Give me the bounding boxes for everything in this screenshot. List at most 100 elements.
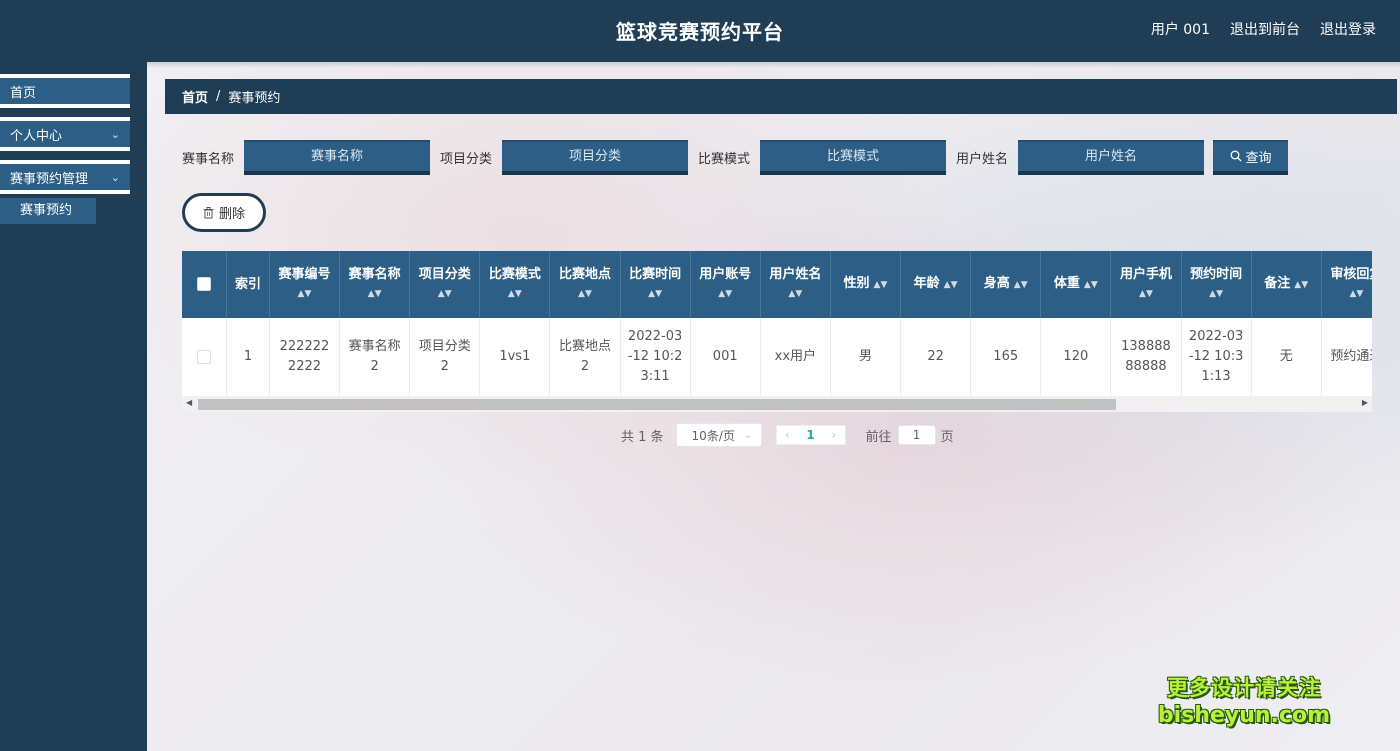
column-header: 索引 [226, 251, 270, 318]
watermark-line2: bisheyun.com [1157, 703, 1330, 728]
column-header[interactable]: 身高 ▲▼ [970, 251, 1042, 318]
sort-icon[interactable]: ▲▼ [1349, 285, 1363, 303]
sidebar-subitem-event-booking[interactable]: 赛事预约 [0, 198, 96, 224]
column-header[interactable]: 用户手机 ▲▼ [1110, 251, 1182, 318]
event-name-input[interactable] [244, 139, 431, 175]
column-header[interactable]: 体重 ▲▼ [1040, 251, 1112, 318]
table-cell: 2022-03-12 10:31:13 [1181, 318, 1252, 398]
column-header-label: 年龄 [913, 276, 940, 291]
column-header[interactable]: 预约时间 ▲▼ [1181, 251, 1252, 318]
sort-icon[interactable]: ▲▼ [578, 285, 592, 303]
column-header-label: 用户手机 [1119, 267, 1172, 282]
column-header-label: 赛事编号 [278, 267, 331, 282]
column-header-label: 比赛模式 [488, 267, 541, 282]
sort-icon[interactable]: ▲▼ [298, 285, 312, 303]
match-mode-input[interactable] [760, 139, 947, 175]
table-cell: 1vs1 [479, 318, 551, 398]
sort-icon[interactable]: ▲▼ [508, 285, 522, 303]
delete-button-label: 删除 [218, 207, 245, 222]
page-size-value: 10条/页 [691, 428, 735, 443]
sort-icon[interactable]: ▲▼ [1014, 276, 1028, 294]
sort-icon[interactable]: ▲▼ [944, 276, 958, 294]
table-cell: 预约通过 [1321, 318, 1372, 398]
scroll-left-icon[interactable]: ◀ [186, 398, 192, 407]
page-navigator: ‹ 1 › [775, 425, 846, 445]
category-input[interactable] [502, 139, 689, 175]
sort-icon[interactable]: ▲▼ [788, 285, 802, 303]
sidebar-item-personal-center[interactable]: 个人中心 ⌄ [0, 117, 130, 151]
column-header-label: 用户姓名 [769, 267, 822, 282]
column-header-label: 预约时间 [1190, 267, 1243, 282]
sort-icon[interactable]: ▲▼ [718, 285, 732, 303]
user-name-link[interactable]: 用户 001 [1151, 19, 1210, 39]
query-button[interactable]: 查询 [1213, 139, 1289, 175]
goto-page-input[interactable] [897, 425, 936, 445]
table-cell: 2222222222 [269, 318, 341, 398]
table-row[interactable]: 1 2222222222 赛事名称2 项目分类2 1vs1 比赛地点2 2022… [182, 318, 1372, 398]
next-page-icon[interactable]: › [831, 428, 836, 442]
sort-icon[interactable]: ▲▼ [1209, 285, 1223, 303]
table-cell: 2022-03-12 10:23:11 [620, 318, 691, 398]
sort-icon[interactable]: ▲▼ [368, 285, 382, 303]
logout-link[interactable]: 退出登录 [1320, 19, 1376, 39]
column-header-label: 审核回复 [1330, 267, 1372, 282]
page-suffix: 页 [940, 429, 954, 445]
table-header-row: 索引 赛事编号 ▲▼ 赛事名称 ▲▼ 项目分类 ▲▼ 比赛模式 ▲▼ 比赛地点 ▲▼ 比赛… [182, 251, 1372, 318]
search-form: 赛事名称 项目分类 比赛模式 用户姓名 查询 [182, 139, 1289, 175]
chevron-down-icon: ⌄ [110, 127, 120, 141]
sort-icon[interactable]: ▲▼ [438, 285, 452, 303]
column-header[interactable]: 用户姓名 ▲▼ [760, 251, 831, 318]
scrollbar-thumb[interactable] [198, 399, 1116, 410]
column-header[interactable]: 比赛地点 ▲▼ [549, 251, 621, 318]
user-name-label: 用户姓名 [956, 151, 1009, 167]
match-mode-label: 比赛模式 [698, 151, 751, 167]
column-header-label: 性别 [843, 276, 870, 291]
sort-icon[interactable]: ▲▼ [1139, 285, 1153, 303]
column-header[interactable]: 用户账号 ▲▼ [690, 251, 761, 318]
sidebar-item-label: 首页 [10, 85, 37, 101]
scroll-right-icon[interactable]: ▶ [1362, 398, 1368, 407]
column-header[interactable]: 项目分类 ▲▼ [409, 251, 481, 318]
table-cell: 165 [970, 318, 1042, 398]
column-header[interactable]: 审核回复 ▲▼ [1321, 251, 1372, 318]
column-header[interactable]: 性别 ▲▼ [830, 251, 902, 318]
sidebar-item-booking-management[interactable]: 赛事预约管理 ⌄ [0, 160, 130, 194]
row-checkbox[interactable] [197, 349, 212, 364]
sort-icon[interactable]: ▲▼ [1084, 276, 1098, 294]
exit-to-front-link[interactable]: 退出到前台 [1230, 19, 1300, 39]
column-header-label: 身高 [983, 276, 1010, 291]
prev-page-icon[interactable]: ‹ [785, 428, 790, 442]
table-cell: 项目分类2 [409, 318, 481, 398]
column-header[interactable]: 赛事名称 ▲▼ [339, 251, 411, 318]
column-header-label: 项目分类 [418, 267, 471, 282]
column-header[interactable]: 比赛时间 ▲▼ [620, 251, 691, 318]
top-header: 篮球竞赛预约平台 用户 001 退出到前台 退出登录 [0, 0, 1400, 62]
sidebar: 首页 个人中心 ⌄ 赛事预约管理 ⌄ 赛事预约 [0, 62, 147, 751]
user-name-input[interactable] [1018, 139, 1205, 175]
breadcrumb-home[interactable]: 首页 [182, 87, 208, 106]
column-header-label: 比赛地点 [558, 267, 611, 282]
sort-icon[interactable]: ▲▼ [648, 285, 662, 303]
page-size-select[interactable]: 10条/页 ⌄ [675, 423, 762, 447]
table-cell: xx用户 [760, 318, 831, 398]
column-header-label: 体重 [1053, 276, 1080, 291]
watermark: 更多设计请关注 bisheyun.com [1158, 675, 1330, 729]
trash-icon [203, 206, 214, 218]
sidebar-item-home[interactable]: 首页 [0, 74, 130, 108]
column-header[interactable]: 比赛模式 ▲▼ [479, 251, 551, 318]
sort-icon[interactable]: ▲▼ [1294, 276, 1308, 294]
horizontal-scrollbar[interactable]: ◀ ▶ [182, 396, 1372, 412]
column-header[interactable]: 赛事编号 ▲▼ [269, 251, 341, 318]
sort-icon[interactable]: ▲▼ [874, 276, 888, 294]
main-content: 首页 / 赛事预约 赛事名称 项目分类 比赛模式 用户姓名 查询 删除 索引 [147, 62, 1400, 751]
column-header[interactable]: 年龄 ▲▼ [900, 251, 972, 318]
header-actions: 用户 001 退出到前台 退出登录 [1151, 19, 1376, 39]
search-icon [1230, 150, 1242, 162]
category-label: 项目分类 [440, 151, 493, 167]
goto-label: 前往 [865, 429, 892, 445]
select-all-checkbox[interactable] [197, 277, 212, 291]
table-cell: 比赛地点2 [549, 318, 621, 398]
column-header[interactable]: 备注 ▲▼ [1251, 251, 1322, 318]
page-number-current[interactable]: 1 [806, 428, 814, 442]
delete-button[interactable]: 删除 [182, 193, 266, 232]
